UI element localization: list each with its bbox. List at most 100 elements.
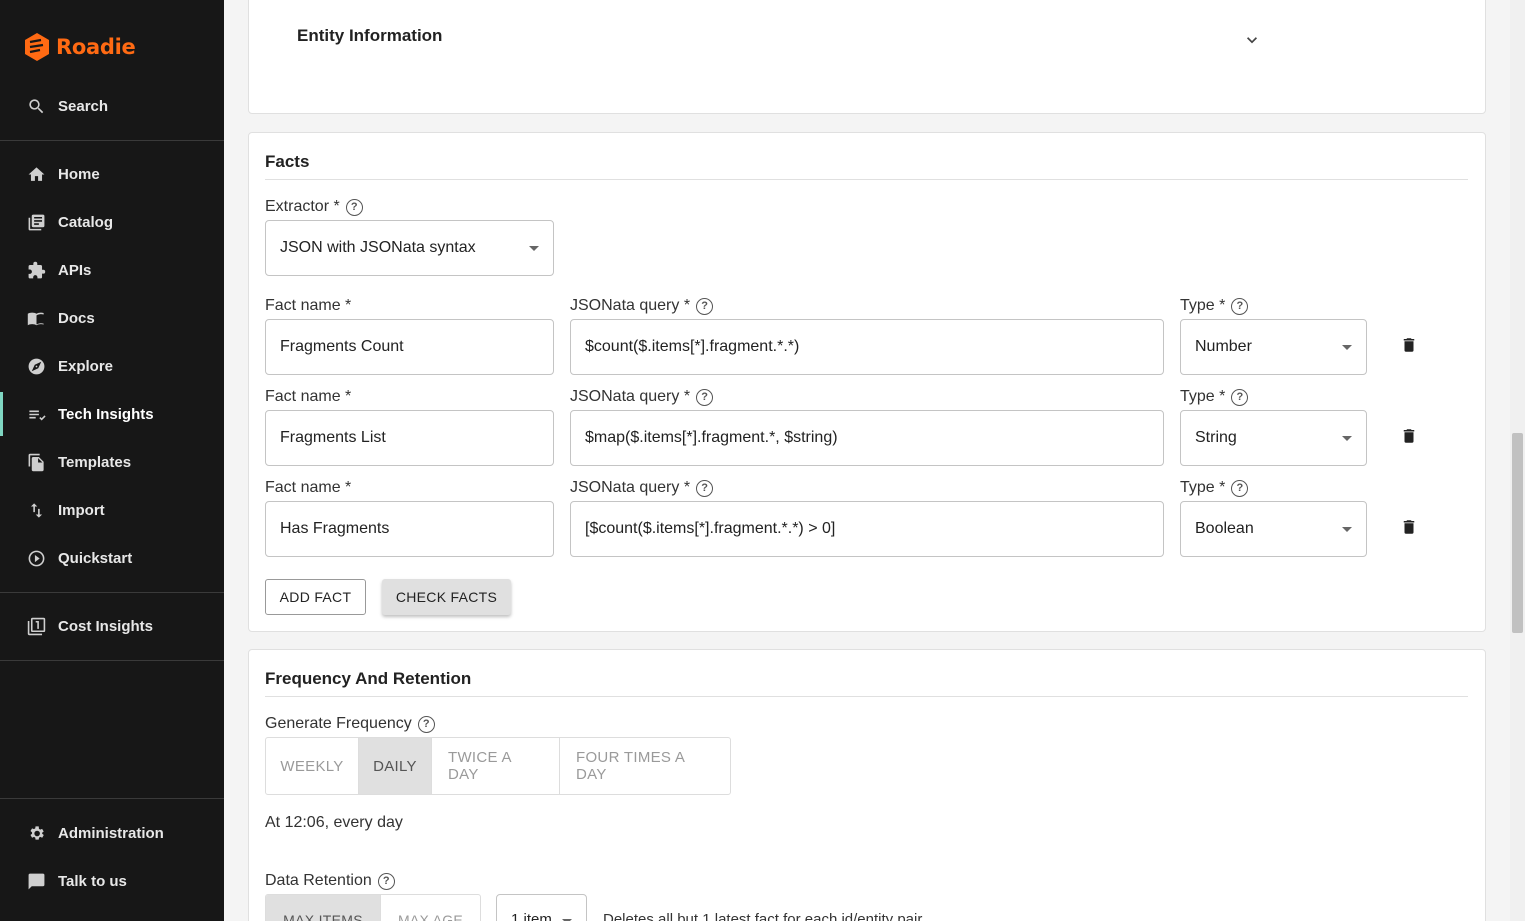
- sidebar-item-label: Talk to us: [58, 872, 127, 890]
- sidebar-item-templates[interactable]: Templates: [0, 440, 224, 484]
- extractor-label-text: Extractor *: [265, 198, 340, 215]
- search-icon: [26, 96, 46, 116]
- fact-name-label-text: Fact name *: [265, 479, 352, 496]
- type-label: Type * ?: [1180, 297, 1249, 315]
- generate-frequency-label-text: Generate Frequency: [265, 715, 412, 732]
- jsonata-query-value: [$count($.items[*].fragment.*.*) > 0]: [585, 520, 836, 537]
- jsonata-query-value: $map($.items[*].fragment.*, $string): [585, 429, 838, 446]
- fact-name-label-text: Fact name *: [265, 297, 352, 314]
- jsonata-query-label: JSONata query * ?: [570, 479, 714, 497]
- sidebar: Roadie Search Home Catalog APIs Docs Exp…: [0, 0, 224, 921]
- retention-max-items[interactable]: MAX ITEMS: [266, 895, 381, 921]
- fact-name-value: Fragments Count: [280, 338, 404, 355]
- jsonata-query-input[interactable]: $map($.items[*].fragment.*, $string): [570, 410, 1164, 466]
- roadie-logo[interactable]: Roadie: [24, 32, 136, 62]
- sidebar-item-explore[interactable]: Explore: [0, 344, 224, 388]
- sidebar-item-quickstart[interactable]: Quickstart: [0, 536, 224, 580]
- help-icon[interactable]: ?: [377, 872, 395, 890]
- type-label: Type * ?: [1180, 479, 1249, 497]
- retention-toggle-group: MAX ITEMS MAX AGE: [265, 894, 481, 921]
- sidebar-item-administration[interactable]: Administration: [0, 811, 224, 855]
- file-copy-icon: [26, 452, 46, 472]
- type-value: Number: [1195, 338, 1252, 355]
- data-retention-label: Data Retention ?: [265, 872, 395, 890]
- scrollbar-thumb[interactable]: [1512, 433, 1523, 633]
- sidebar-divider: [0, 592, 224, 593]
- fact-name-input[interactable]: Has Fragments: [265, 501, 554, 557]
- sidebar-item-home[interactable]: Home: [0, 152, 224, 196]
- fact-name-input[interactable]: Fragments List: [265, 410, 554, 466]
- dropdown-arrow-icon: [1342, 345, 1352, 350]
- sidebar-item-talk-to-us[interactable]: Talk to us: [0, 859, 224, 903]
- delete-fact-button[interactable]: [1400, 517, 1418, 537]
- puzzle-icon: [26, 260, 46, 280]
- type-select[interactable]: Number: [1180, 319, 1367, 375]
- generate-frequency-label: Generate Frequency ?: [265, 715, 435, 733]
- frequency-four-times-a-day[interactable]: FOUR TIMES A DAY: [560, 738, 730, 794]
- frequency-daily[interactable]: DAILY: [359, 738, 432, 794]
- help-icon[interactable]: ?: [1231, 388, 1249, 406]
- jsonata-query-value: $count($.items[*].fragment.*.*): [585, 338, 800, 355]
- type-select[interactable]: String: [1180, 410, 1367, 466]
- retention-max-age[interactable]: MAX AGE: [381, 895, 480, 921]
- roadie-logo-text: Roadie: [56, 35, 136, 59]
- jsonata-query-input[interactable]: $count($.items[*].fragment.*.*): [570, 319, 1164, 375]
- help-icon[interactable]: ?: [696, 297, 714, 315]
- entity-info-card: [248, 0, 1486, 114]
- sidebar-item-label: Home: [58, 165, 100, 183]
- type-label-text: Type *: [1180, 388, 1226, 405]
- sidebar-item-apis[interactable]: APIs: [0, 248, 224, 292]
- retention-count-value: 1 item: [511, 911, 552, 921]
- help-icon[interactable]: ?: [696, 479, 714, 497]
- jsonata-query-label: JSONata query * ?: [570, 388, 714, 406]
- sidebar-item-label: APIs: [58, 261, 92, 279]
- extractor-label: Extractor * ?: [265, 198, 363, 216]
- roadie-logo-icon: [25, 33, 49, 61]
- sidebar-item-catalog[interactable]: Catalog: [0, 200, 224, 244]
- sidebar-search[interactable]: Search: [0, 84, 224, 128]
- fact-name-label: Fact name *: [265, 479, 351, 497]
- sidebar-item-label: Quickstart: [58, 549, 133, 567]
- retention-description: Deletes all but 1 latest fact for each i…: [603, 911, 923, 921]
- check-facts-button[interactable]: CHECK FACTS: [382, 579, 511, 615]
- sidebar-item-label: Explore: [58, 357, 114, 375]
- frequency-twice-a-day[interactable]: TWICE A DAY: [432, 738, 560, 794]
- help-icon[interactable]: ?: [696, 388, 714, 406]
- sidebar-divider: [0, 660, 224, 661]
- jsonata-query-input[interactable]: [$count($.items[*].fragment.*.*) > 0]: [570, 501, 1164, 557]
- delete-fact-button[interactable]: [1400, 426, 1418, 446]
- help-icon[interactable]: ?: [345, 198, 363, 216]
- sidebar-item-docs[interactable]: Docs: [0, 296, 224, 340]
- help-icon[interactable]: ?: [417, 715, 435, 733]
- dropdown-arrow-icon: [529, 246, 539, 251]
- sidebar-item-cost-insights[interactable]: Cost Insights: [0, 604, 224, 648]
- home-icon: [26, 164, 46, 184]
- add-fact-button[interactable]: ADD FACT: [265, 579, 366, 615]
- fact-name-value: Fragments List: [280, 429, 386, 446]
- sidebar-search-label: Search: [58, 97, 109, 115]
- compass-icon: [26, 356, 46, 376]
- type-label-text: Type *: [1180, 297, 1226, 314]
- help-icon[interactable]: ?: [1231, 479, 1249, 497]
- fact-name-input[interactable]: Fragments Count: [265, 319, 554, 375]
- import-icon: [26, 500, 46, 520]
- extractor-select[interactable]: JSON with JSONata syntax: [265, 220, 554, 276]
- sidebar-item-label: Catalog: [58, 213, 114, 231]
- sidebar-item-tech-insights[interactable]: Tech Insights: [0, 392, 224, 436]
- type-label-text: Type *: [1180, 479, 1226, 496]
- sidebar-item-import[interactable]: Import: [0, 488, 224, 532]
- type-select[interactable]: Boolean: [1180, 501, 1367, 557]
- frequency-weekly[interactable]: WEEKLY: [266, 738, 359, 794]
- chevron-down-icon[interactable]: [1242, 30, 1262, 50]
- fact-name-label-text: Fact name *: [265, 388, 352, 405]
- delete-fact-button[interactable]: [1400, 335, 1418, 355]
- trash-icon: [1403, 338, 1415, 352]
- jsonata-query-label-text: JSONata query *: [570, 388, 691, 405]
- book-icon: [26, 308, 46, 328]
- type-value: String: [1195, 429, 1237, 446]
- dropdown-arrow-icon: [1342, 527, 1352, 532]
- cost-insights-icon: [26, 616, 46, 636]
- help-icon[interactable]: ?: [1231, 297, 1249, 315]
- retention-count-select[interactable]: 1 item: [496, 894, 587, 921]
- entity-info-title: Entity Information: [297, 26, 443, 45]
